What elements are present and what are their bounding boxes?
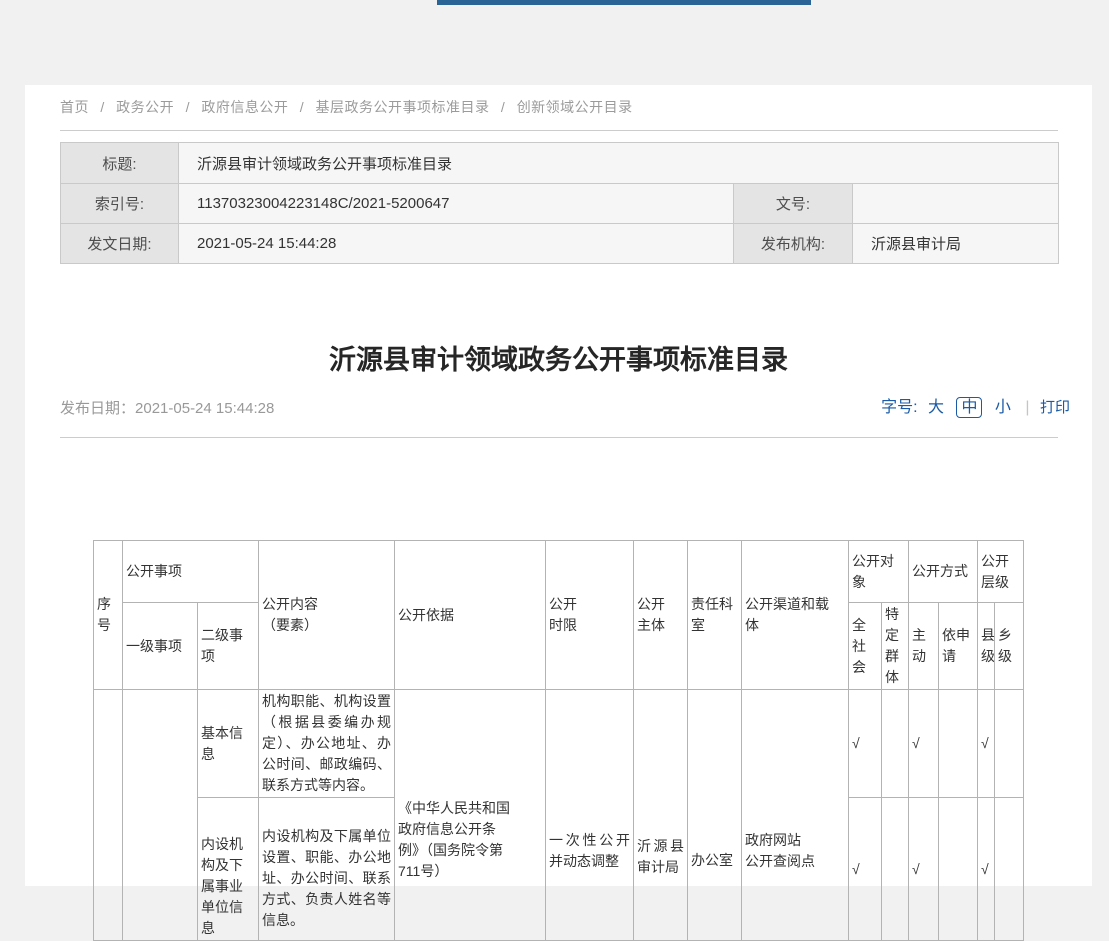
cell-level2: 基本信 息 (198, 690, 259, 798)
breadcrumb-zhengwugongkai[interactable]: 政务公开 (116, 99, 174, 115)
font-size-label: 字号: (881, 399, 917, 416)
breadcrumb-standard-catalog[interactable]: 基层政务公开事项标准目录 (316, 99, 490, 115)
meta-index-label: 索引号: (61, 184, 179, 224)
content-panel: 首页 / 政务公开 / 政府信息公开 / 基层政务公开事项标准目录 / 创新领域… (25, 85, 1092, 886)
meta-docno-value (853, 184, 1059, 224)
check-all-society: √ (849, 690, 882, 798)
font-size-small-button[interactable]: 小 (995, 399, 1011, 416)
cell-level2: 内设机 构及下 属事业 单位信 息 (198, 798, 259, 941)
header-item-group: 公开事项 (123, 541, 259, 603)
header-channel: 公开渠道和载 体 (742, 541, 849, 690)
check-township (995, 690, 1024, 798)
check-proactive: √ (909, 798, 939, 941)
meta-title-label: 标题: (61, 143, 179, 184)
check-proactive: √ (909, 690, 939, 798)
check-all-society: √ (849, 798, 882, 941)
header-method-request: 依申 请 (939, 603, 978, 690)
top-nav-bar (437, 0, 811, 5)
header-content: 公开内容 （要素） (259, 541, 395, 690)
header-target-group: 公开对 象 (849, 541, 909, 603)
header-subject: 公开 主体 (634, 541, 688, 690)
publish-date-value: 2021-05-24 15:44:28 (135, 400, 274, 417)
document-meta-table: 标题: 沂源县审计领域政务公开事项标准目录 索引号: 1137032300422… (60, 142, 1059, 264)
header-level2: 二级事 项 (198, 603, 259, 690)
disclosure-catalog-table: 序 号 公开事项 公开内容 （要素） 公开依据 公开 时限 公开 主体 责任科 … (93, 540, 1024, 941)
meta-date-value: 2021-05-24 15:44:28 (179, 224, 734, 264)
divider (60, 130, 1058, 131)
meta-docno-label: 文号: (734, 184, 853, 224)
cell-content: 内设机构及下属单位设置、职能、办公地址、办公时间、联系方式、负责人姓名等信息。 (259, 798, 395, 941)
cell-serial (94, 690, 123, 941)
breadcrumb-home[interactable]: 首页 (60, 99, 89, 115)
header-basis: 公开依据 (395, 541, 546, 690)
header-level-group: 公开 层级 (978, 541, 1024, 603)
check-on-request (939, 690, 978, 798)
publish-date-label: 发布日期： (60, 400, 135, 417)
header-serial: 序 号 (94, 541, 123, 690)
breadcrumb-govinfo[interactable]: 政府信息公开 (201, 99, 288, 115)
check-on-request (939, 798, 978, 941)
header-target-specific: 特 定 群 体 (882, 603, 909, 690)
check-township (995, 798, 1024, 941)
breadcrumb-separator: / (100, 99, 104, 115)
controls-divider: | (1025, 399, 1029, 416)
header-target-all: 全社 会 (849, 603, 882, 690)
print-button[interactable]: 打印 (1040, 399, 1070, 416)
publish-date: 发布日期：2021-05-24 15:44:28 (60, 397, 274, 418)
header-level-county: 县 级 (978, 603, 995, 690)
header-level-township: 乡 级 (995, 603, 1024, 690)
cell-subject: 沂源县审计局 (634, 690, 688, 941)
header-method-proactive: 主 动 (909, 603, 939, 690)
breadcrumb-current-page[interactable]: 创新领域公开目录 (517, 99, 633, 115)
cell-time-limit: 一次性公开并动态调整 (546, 690, 634, 941)
header-department: 责任科 室 (688, 541, 742, 690)
check-specific-group (882, 690, 909, 798)
meta-index-value: 11370323004223148C/2021-5200647 (179, 184, 734, 224)
cell-channel: 政府网站 公开查阅点 (742, 690, 849, 941)
meta-title-value: 沂源县审计领域政务公开事项标准目录 (179, 143, 1059, 184)
divider (60, 437, 1058, 438)
cell-content: 机构职能、机构设置（根据县委编办规定）、办公地址、办公时间、邮政编码、联系方式等… (259, 690, 395, 798)
cell-department: 办公室 (688, 690, 742, 941)
breadcrumb-separator: / (501, 99, 505, 115)
font-size-large-button[interactable]: 大 (928, 399, 944, 416)
breadcrumb: 首页 / 政务公开 / 政府信息公开 / 基层政务公开事项标准目录 / 创新领域… (60, 97, 633, 117)
meta-agency-value: 沂源县审计局 (853, 224, 1059, 264)
meta-date-label: 发文日期: (61, 224, 179, 264)
page-title: 沂源县审计领域政务公开事项标准目录 (25, 338, 1092, 377)
font-size-medium-button[interactable]: 中 (956, 397, 982, 418)
check-county: √ (978, 798, 995, 941)
check-specific-group (882, 798, 909, 941)
breadcrumb-separator: / (186, 99, 190, 115)
font-size-controls: 字号: 大 中 小 | 打印 (881, 393, 1070, 417)
meta-agency-label: 发布机构: (734, 224, 853, 264)
cell-level1 (123, 690, 198, 941)
breadcrumb-separator: / (300, 99, 304, 115)
header-level1: 一级事项 (123, 603, 198, 690)
header-time-limit: 公开 时限 (546, 541, 634, 690)
check-county: √ (978, 690, 995, 798)
header-method-group: 公开方式 (909, 541, 978, 603)
cell-basis: 《中华人民共和国 政府信息公开条 例》（国务院令第 711号） (395, 690, 546, 941)
